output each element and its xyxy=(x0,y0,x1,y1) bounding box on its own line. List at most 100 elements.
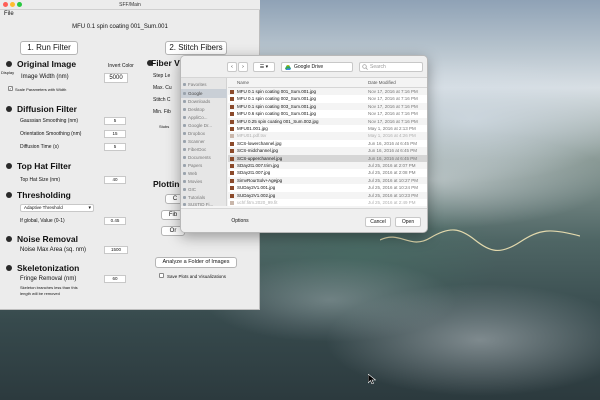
section-bullet-icon xyxy=(6,192,12,198)
back-button[interactable]: ‹ xyxy=(227,62,237,72)
noise-max-area-label: Noise Max Area (sq. nm) xyxy=(20,247,87,253)
file-date: May 1, 2016 at 4:26 PM xyxy=(368,133,416,139)
file-name: MFU 0.1 spin coating 003_Sum.001.jpg xyxy=(237,103,317,109)
stitch-fibers-button[interactable]: 2. Stitch Fibers xyxy=(165,41,227,55)
diffusion-time-label: Diffusion Time (s) xyxy=(20,144,59,150)
image-file-icon xyxy=(230,97,234,102)
cancel-button[interactable]: Cancel xyxy=(365,217,391,227)
run-filter-button[interactable]: 1. Run Filter xyxy=(20,41,78,55)
file-open-dialog: ‹ › ☰ ▾ Google Drive Search Favorites Go… xyxy=(180,55,428,233)
file-row[interactable]: SDay2t1.007.jpg Jul 25, 2016 at 2:08 PM xyxy=(228,169,427,177)
analyze-folder-button[interactable]: Analyze a Folder of Images xyxy=(155,257,237,268)
menu-bar: SFF/Main xyxy=(0,0,260,10)
diffusion-time-input[interactable]: 5 xyxy=(104,143,126,151)
file-row[interactable]: MFU 0.1 spin coating 001_Sum.001.jpg Nov … xyxy=(228,88,427,96)
date-column-header[interactable]: Date Modified xyxy=(368,80,396,85)
sidebar-item[interactable]: SUSTID Fi... xyxy=(181,200,227,206)
file-row[interactable]: MFU 0.1 spin coating 003_Sum.001.jpg Nov … xyxy=(228,102,427,111)
fringe-removal-label: Fringe Removal (nm) xyxy=(20,276,77,282)
image-file-icon xyxy=(230,201,234,205)
min-fiber-label: Min. Fib xyxy=(153,109,171,115)
file-row[interactable]: MFU01.pdf.tsv May 1, 2016 at 4:26 PM xyxy=(228,132,427,140)
file-menu[interactable]: File xyxy=(4,11,14,17)
fiber-heading: Fiber V xyxy=(151,58,180,68)
file-date: Jun 16, 2016 at 6:45 PM xyxy=(368,140,418,146)
noise-max-area-input[interactable]: 1500 xyxy=(104,246,128,254)
file-row[interactable]: MFU 0.25 spin coating 001_Sum.002.jpg Nov… xyxy=(228,117,427,125)
image-file-icon xyxy=(230,119,234,124)
file-row[interactable]: MFU01.001.jpg May 1, 2016 at 2:13 PM xyxy=(228,125,427,133)
top-hat-size-input[interactable]: 40 xyxy=(104,176,126,184)
file-date: Jun 16, 2016 at 6:45 PM xyxy=(368,155,418,161)
file-row[interactable]: MFU 0.6 spin coating 001_Sum.001.jpg Nov … xyxy=(228,110,427,118)
image-file-icon xyxy=(230,193,234,198)
file-row[interactable]: SDay2t1.007.trim.jpg Jul 25, 2016 at 2:07… xyxy=(228,162,427,170)
view-mode-button[interactable]: ☰ ▾ xyxy=(253,62,275,72)
name-column-header[interactable]: Name xyxy=(237,80,249,85)
fringe-removal-input[interactable]: 60 xyxy=(104,275,126,283)
file-date: May 1, 2016 at 2:13 PM xyxy=(368,126,416,131)
options-button[interactable]: Options xyxy=(227,217,253,227)
location-popup[interactable]: Google Drive xyxy=(281,62,353,72)
image-file-icon xyxy=(230,141,234,146)
image-width-input[interactable]: 5000 xyxy=(104,73,128,83)
skeletonization-heading: Skeletonization xyxy=(17,263,80,273)
image-file-icon xyxy=(230,149,234,154)
file-row[interactable]: SCS-lowerchannel.jpg Jun 16, 2016 at 6:45… xyxy=(228,139,427,148)
top-hat-heading: Top Hat Filter xyxy=(17,161,72,171)
sidebar-item: Favorites xyxy=(181,80,227,89)
dialog-footer: Options Cancel Open xyxy=(181,208,427,232)
image-file-icon xyxy=(230,112,234,117)
threshold-method-select[interactable]: Adaptive Threshold xyxy=(20,204,94,212)
file-row[interactable]: MFU 0.1 spin coating 002_Sum.001.jpg Nov … xyxy=(228,95,427,103)
file-name: SimvRourSolv+Agejpg xyxy=(237,177,283,183)
invert-color-label: Invert Color xyxy=(108,63,134,69)
stubs-label: Stubs xyxy=(159,124,170,129)
dialog-toolbar: ‹ › ☰ ▾ Google Drive Search xyxy=(181,56,427,78)
file-name: SUDay2V1.001.jpg xyxy=(237,185,276,191)
section-bullet-icon xyxy=(6,61,12,67)
skeleton-note-line2: length will be removed xyxy=(20,291,60,296)
file-name: SUDay2V1.002.jpg xyxy=(237,192,276,198)
image-file-icon xyxy=(230,178,234,183)
file-row[interactable]: SimvRourSolv+Agejpg Jul 25, 2016 at 10:27… xyxy=(228,176,427,185)
orientation-smoothing-input[interactable]: 15 xyxy=(104,130,126,138)
open-button[interactable]: Open xyxy=(395,217,421,227)
file-date: Nov 17, 2016 at 7:16 PM xyxy=(368,111,418,117)
file-name: SCS-lowerchannel.jpg xyxy=(237,140,282,146)
file-row[interactable]: SCS-midchannel.jpg Jun 16, 2016 at 6:45 P… xyxy=(228,147,427,155)
step-length-label: Step Le xyxy=(153,73,171,79)
global-value-input[interactable]: 0.45 xyxy=(104,217,126,225)
dialog-sidebar: Favorites Google Downloads Desktop Appli… xyxy=(181,78,227,206)
search-placeholder: Search xyxy=(370,64,386,70)
image-file-icon xyxy=(230,90,234,94)
gaussian-smoothing-input[interactable]: 5 xyxy=(104,117,126,125)
file-row[interactable]: SCS-upperchannel.jpg Jun 16, 2016 at 6:45… xyxy=(228,154,427,162)
gaussian-smoothing-label: Gaussian Smoothing (nm) xyxy=(20,118,79,124)
image-file-icon xyxy=(230,186,234,191)
global-value-label: If global, Value (0-1) xyxy=(20,218,65,224)
file-date: Jul 25, 2016 at 10:23 PM xyxy=(368,192,419,198)
scale-params-checkbox[interactable]: ✓ xyxy=(8,86,13,91)
max-curvature-label: Max. Cu xyxy=(153,85,172,91)
file-date: Nov 17, 2016 at 7:16 PM xyxy=(368,118,418,124)
image-file-icon xyxy=(230,171,234,176)
scale-params-label: Scale Parameters with Width xyxy=(15,87,67,92)
file-date: Jun 16, 2016 at 6:45 PM xyxy=(368,148,418,154)
file-row[interactable]: uchf.fitm.2020_99.fit Jul 25, 2016 at 2:4… xyxy=(228,199,427,207)
forward-button[interactable]: › xyxy=(238,62,248,72)
file-name: MFU 0.1 spin coating 001_Sum.001.jpg xyxy=(237,89,317,94)
noise-removal-heading: Noise Removal xyxy=(17,234,78,244)
section-bullet-icon xyxy=(6,265,12,271)
search-icon xyxy=(362,64,368,70)
save-plots-checkbox[interactable] xyxy=(159,273,164,278)
search-input[interactable]: Search xyxy=(359,62,423,72)
diffusion-filter-heading: Diffusion Filter xyxy=(17,104,77,114)
image-file-icon xyxy=(230,134,234,139)
file-name: SDay2t1.007.trim.jpg xyxy=(237,163,280,168)
original-image-heading: Original Image xyxy=(17,59,77,69)
file-row[interactable]: SUDay2V1.002.jpg Jul 25, 2016 at 10:23 PM xyxy=(228,191,427,199)
file-row[interactable]: SUDay2V1.001.jpg Jul 25, 2016 at 10:24 PM xyxy=(228,184,427,192)
window-title: MFU 0.1 spin coating 001_Sum.001 xyxy=(72,24,168,30)
stitch-label: Stitch C xyxy=(153,97,171,103)
